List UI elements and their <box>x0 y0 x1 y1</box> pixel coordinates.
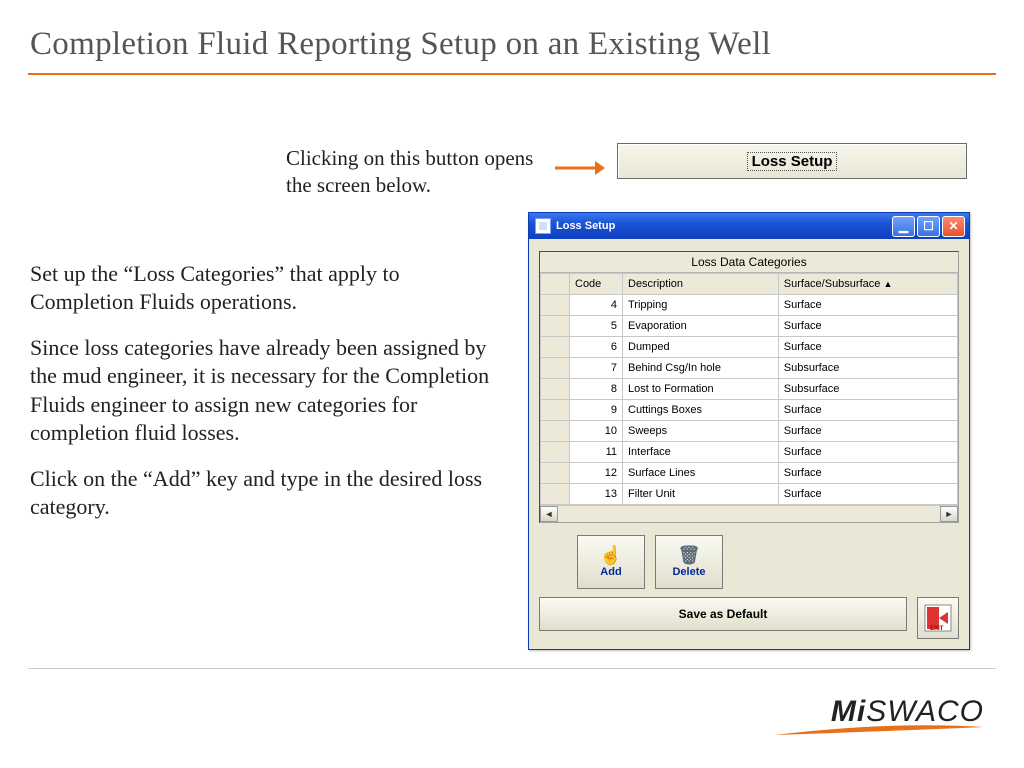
row-selector[interactable] <box>541 421 570 442</box>
cell-surfsub[interactable]: Surface <box>778 421 957 442</box>
add-label: Add <box>600 566 621 578</box>
table-row[interactable]: 5EvaporationSurface <box>541 316 958 337</box>
cell-description[interactable]: Cuttings Boxes <box>623 400 779 421</box>
cell-code[interactable]: 10 <box>570 421 623 442</box>
cell-code[interactable]: 7 <box>570 358 623 379</box>
cell-surfsub[interactable]: Surface <box>778 337 957 358</box>
loss-setup-label: Loss Setup <box>747 152 838 171</box>
caption-text: Clicking on this button opens the screen… <box>286 145 546 200</box>
table-row[interactable]: 10SweepsSurface <box>541 421 958 442</box>
trash-icon: 🗑 <box>678 546 701 564</box>
cell-code[interactable]: 8 <box>570 379 623 400</box>
hand-point-icon: ☝ <box>600 546 622 564</box>
column-selector[interactable] <box>541 274 570 295</box>
cell-description[interactable]: Behind Csg/In hole <box>623 358 779 379</box>
add-button[interactable]: ☝ Add <box>577 535 645 589</box>
window-title: Loss Setup <box>556 220 615 232</box>
table-row[interactable]: 13Filter UnitSurface <box>541 484 958 505</box>
table-row[interactable]: 8Lost to FormationSubsurface <box>541 379 958 400</box>
row-selector[interactable] <box>541 337 570 358</box>
cell-surfsub[interactable]: Subsurface <box>778 379 957 400</box>
loss-categories-grid: Loss Data Categories Code Description Su… <box>539 251 959 523</box>
table-row[interactable]: 12Surface LinesSurface <box>541 463 958 484</box>
cell-code[interactable]: 11 <box>570 442 623 463</box>
scroll-left-button[interactable]: ◄ <box>540 506 558 522</box>
row-selector[interactable] <box>541 442 570 463</box>
exit-icon: EXIT <box>924 604 952 632</box>
loss-setup-window: Loss Setup ▁ ☐ ✕ Loss Data Categories Co… <box>528 212 970 650</box>
body-paragraph-2: Since loss categories have already been … <box>30 334 500 447</box>
brand-logo: MiSWACO <box>774 695 984 746</box>
minimize-button[interactable]: ▁ <box>892 216 915 237</box>
cell-description[interactable]: Tripping <box>623 295 779 316</box>
cell-description[interactable]: Interface <box>623 442 779 463</box>
cell-description[interactable]: Surface Lines <box>623 463 779 484</box>
row-selector[interactable] <box>541 295 570 316</box>
window-icon <box>535 218 551 234</box>
cell-code[interactable]: 6 <box>570 337 623 358</box>
cell-code[interactable]: 9 <box>570 400 623 421</box>
cell-surfsub[interactable]: Surface <box>778 442 957 463</box>
cell-description[interactable]: Evaporation <box>623 316 779 337</box>
cell-description[interactable]: Dumped <box>623 337 779 358</box>
cell-surfsub[interactable]: Surface <box>778 484 957 505</box>
row-selector[interactable] <box>541 316 570 337</box>
maximize-button[interactable]: ☐ <box>917 216 940 237</box>
body-paragraph-1: Set up the “Loss Categories” that apply … <box>30 260 500 316</box>
cell-surfsub[interactable]: Surface <box>778 463 957 484</box>
horizontal-scrollbar[interactable]: ◄ ► <box>540 505 958 522</box>
page-title: Completion Fluid Reporting Setup on an E… <box>0 0 1024 73</box>
cell-code[interactable]: 12 <box>570 463 623 484</box>
cell-code[interactable]: 13 <box>570 484 623 505</box>
cell-code[interactable]: 5 <box>570 316 623 337</box>
loss-setup-button[interactable]: Loss Setup <box>617 143 967 179</box>
title-divider <box>28 73 996 75</box>
grid-caption: Loss Data Categories <box>540 252 958 273</box>
svg-text:EXIT: EXIT <box>930 626 944 632</box>
cell-code[interactable]: 4 <box>570 295 623 316</box>
row-selector[interactable] <box>541 400 570 421</box>
sort-asc-icon: ▲ <box>883 279 892 289</box>
cell-description[interactable]: Sweeps <box>623 421 779 442</box>
column-code[interactable]: Code <box>570 274 623 295</box>
titlebar[interactable]: Loss Setup ▁ ☐ ✕ <box>529 213 969 239</box>
delete-button[interactable]: 🗑 Delete <box>655 535 723 589</box>
row-selector[interactable] <box>541 484 570 505</box>
row-selector[interactable] <box>541 358 570 379</box>
cell-surfsub[interactable]: Subsurface <box>778 358 957 379</box>
arrow-icon <box>555 158 605 178</box>
delete-label: Delete <box>672 566 705 578</box>
cell-description[interactable]: Filter Unit <box>623 484 779 505</box>
table-row[interactable]: 9Cuttings BoxesSurface <box>541 400 958 421</box>
row-selector[interactable] <box>541 463 570 484</box>
exit-button[interactable]: EXIT <box>917 597 959 639</box>
column-description[interactable]: Description <box>623 274 779 295</box>
cell-surfsub[interactable]: Surface <box>778 295 957 316</box>
scroll-right-button[interactable]: ► <box>940 506 958 522</box>
table-row[interactable]: 6DumpedSurface <box>541 337 958 358</box>
column-surfsub[interactable]: Surface/Subsurface ▲ <box>778 274 957 295</box>
table-row[interactable]: 7Behind Csg/In holeSubsurface <box>541 358 958 379</box>
swoosh-icon <box>774 725 984 746</box>
body-paragraph-3: Click on the “Add” key and type in the d… <box>30 465 500 521</box>
table-row[interactable]: 11InterfaceSurface <box>541 442 958 463</box>
save-as-default-button[interactable]: Save as Default <box>539 597 907 631</box>
cell-description[interactable]: Lost to Formation <box>623 379 779 400</box>
cell-surfsub[interactable]: Surface <box>778 400 957 421</box>
cell-surfsub[interactable]: Surface <box>778 316 957 337</box>
footer-divider <box>28 668 996 669</box>
table-row[interactable]: 4TrippingSurface <box>541 295 958 316</box>
close-button[interactable]: ✕ <box>942 216 965 237</box>
row-selector[interactable] <box>541 379 570 400</box>
